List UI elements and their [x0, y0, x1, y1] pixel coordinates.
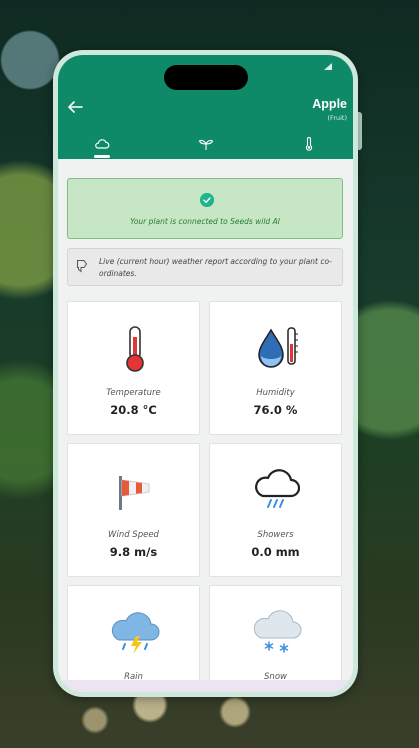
info-text: Live (current hour) weather report accor… — [99, 257, 332, 278]
weather-card-humidity: Humidity 76.0 % — [209, 301, 342, 435]
weather-value: 20.8 °C — [110, 403, 157, 417]
rain-storm-icon — [111, 612, 160, 654]
tab-weather-cloud-icon[interactable] — [94, 137, 110, 151]
tab-sprout-icon[interactable] — [198, 137, 214, 151]
weather-card-rain: Rain — [67, 585, 200, 692]
check-circle-icon — [200, 193, 214, 207]
weather-label: Humidity — [256, 388, 295, 398]
app-header: Apple (Fruit) — [58, 55, 353, 159]
tag-icon — [77, 260, 88, 273]
connection-status-text: Your plant is connected to Seeds wild AI — [130, 217, 280, 226]
weather-label: Temperature — [106, 388, 161, 398]
plant-subtitle: (Fruit) — [327, 114, 347, 122]
connection-status-banner: Your plant is connected to Seeds wild AI — [67, 178, 343, 239]
weather-label: Wind Speed — [108, 530, 159, 540]
weather-card-wind-speed: Wind Speed 9.8 m/s — [67, 443, 200, 577]
plant-title: Apple — [312, 97, 347, 111]
weather-card-showers: Showers 0.0 mm — [209, 443, 342, 577]
info-banner: Live (current hour) weather report accor… — [67, 248, 343, 286]
phone-side-button — [358, 112, 362, 150]
phone-frame: Apple (Fruit) Your plant is connected to… — [53, 50, 358, 697]
weather-card-snow: Snow — [209, 585, 342, 692]
windsock-icon — [119, 476, 150, 510]
tab-thermometer-icon[interactable] — [301, 137, 317, 151]
active-tab-indicator — [94, 155, 110, 158]
weather-value: 9.8 m/s — [109, 545, 158, 559]
weather-label: Showers — [257, 530, 294, 540]
humidity-icon — [258, 327, 298, 368]
weather-value: 0.0 mm — [251, 545, 300, 559]
weather-value: 76.0 % — [253, 403, 298, 417]
thermometer-icon — [126, 326, 144, 372]
bottom-bar — [58, 680, 353, 692]
signal-icon — [324, 63, 332, 70]
weather-card-temperature: Temperature 20.8 °C — [67, 301, 200, 435]
camera-notch — [164, 65, 248, 90]
snow-icon — [253, 610, 302, 653]
app-screen: Apple (Fruit) Your plant is connected to… — [58, 55, 353, 692]
back-arrow-icon[interactable] — [67, 100, 83, 114]
showers-icon — [255, 469, 301, 508]
